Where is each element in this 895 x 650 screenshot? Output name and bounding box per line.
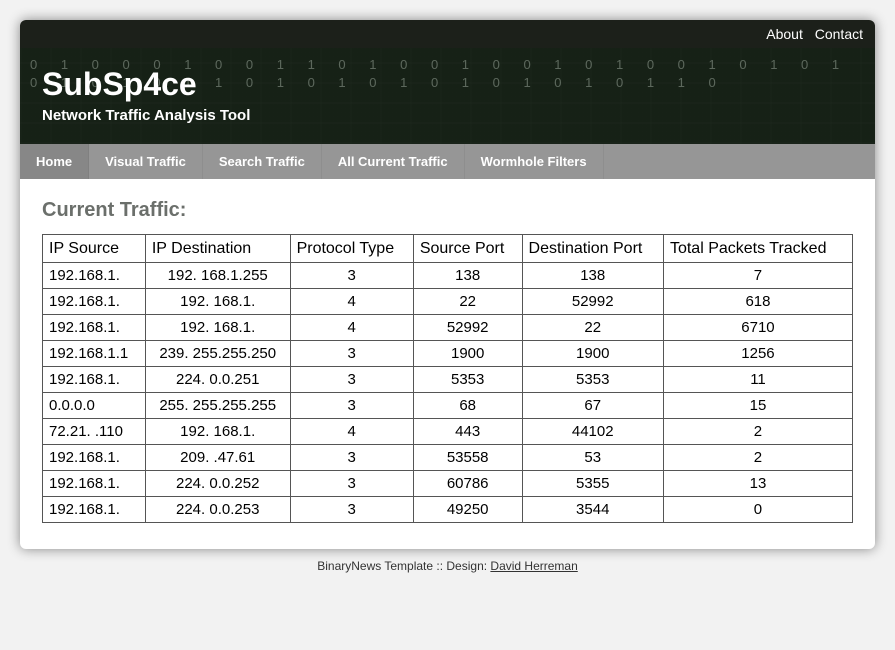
nav-item-wormhole-filters[interactable]: Wormhole Filters bbox=[465, 144, 604, 179]
cell: 68 bbox=[413, 393, 522, 419]
topbar: About Contact bbox=[20, 20, 875, 48]
table-row: 192.168.1.192. 168.1.452992226710 bbox=[43, 315, 853, 341]
table-header-row: IP SourceIP DestinationProtocol TypeSour… bbox=[43, 235, 853, 263]
cell: 67 bbox=[522, 393, 663, 419]
cell: 192.168.1. bbox=[43, 497, 146, 523]
cell: 1256 bbox=[663, 341, 852, 367]
cell: 239. 255.255.250 bbox=[145, 341, 290, 367]
cell: 192. 168.1.255 bbox=[145, 263, 290, 289]
cell: 192.168.1. bbox=[43, 289, 146, 315]
table-row: 192.168.1.1239. 255.255.2503190019001256 bbox=[43, 341, 853, 367]
section-title: Current Traffic: bbox=[42, 199, 853, 222]
cell: 52992 bbox=[413, 315, 522, 341]
cell: 3 bbox=[290, 497, 413, 523]
table-row: 192.168.1.224. 0.0.25135353535311 bbox=[43, 367, 853, 393]
col-header: Total Packets Tracked bbox=[663, 235, 852, 263]
table-body: 192.168.1.192. 168.1.25531381387192.168.… bbox=[43, 263, 853, 523]
cell: 11 bbox=[663, 367, 852, 393]
cell: 44102 bbox=[522, 419, 663, 445]
footer-designer-link[interactable]: David Herreman bbox=[490, 559, 577, 573]
nav-item-all-current-traffic[interactable]: All Current Traffic bbox=[322, 144, 465, 179]
cell: 52992 bbox=[522, 289, 663, 315]
cell: 209. .47.61 bbox=[145, 445, 290, 471]
cell: 4 bbox=[290, 419, 413, 445]
nav-item-search-traffic[interactable]: Search Traffic bbox=[203, 144, 322, 179]
cell: 618 bbox=[663, 289, 852, 315]
cell: 13 bbox=[663, 471, 852, 497]
cell: 255. 255.255.255 bbox=[145, 393, 290, 419]
cell: 3 bbox=[290, 367, 413, 393]
cell: 22 bbox=[413, 289, 522, 315]
cell: 5353 bbox=[413, 367, 522, 393]
cell: 192. 168.1. bbox=[145, 419, 290, 445]
site-subtitle: Network Traffic Analysis Tool bbox=[42, 107, 853, 124]
cell: 53 bbox=[522, 445, 663, 471]
cell: 22 bbox=[522, 315, 663, 341]
col-header: IP Destination bbox=[145, 235, 290, 263]
cell: 60786 bbox=[413, 471, 522, 497]
contact-link[interactable]: Contact bbox=[815, 26, 863, 42]
footer-text: BinaryNews Template :: Design: bbox=[317, 559, 490, 573]
col-header: Source Port bbox=[413, 235, 522, 263]
cell: 3 bbox=[290, 263, 413, 289]
cell: 49250 bbox=[413, 497, 522, 523]
cell: 192.168.1. bbox=[43, 445, 146, 471]
cell: 192. 168.1. bbox=[145, 315, 290, 341]
table-row: 72.21. .110192. 168.1.4443441022 bbox=[43, 419, 853, 445]
cell: 138 bbox=[522, 263, 663, 289]
cell: 15 bbox=[663, 393, 852, 419]
about-link[interactable]: About bbox=[766, 26, 803, 42]
cell: 5353 bbox=[522, 367, 663, 393]
app-window: About Contact SubSp4ce Network Traffic A… bbox=[20, 20, 875, 549]
cell: 2 bbox=[663, 445, 852, 471]
col-header: Protocol Type bbox=[290, 235, 413, 263]
table-row: 192.168.1.224. 0.0.25334925035440 bbox=[43, 497, 853, 523]
table-row: 192.168.1.224. 0.0.252360786535513 bbox=[43, 471, 853, 497]
cell: 5355 bbox=[522, 471, 663, 497]
cell: 1900 bbox=[522, 341, 663, 367]
cell: 4 bbox=[290, 289, 413, 315]
cell: 138 bbox=[413, 263, 522, 289]
cell: 3 bbox=[290, 471, 413, 497]
header: SubSp4ce Network Traffic Analysis Tool bbox=[20, 48, 875, 144]
traffic-table: IP SourceIP DestinationProtocol TypeSour… bbox=[42, 234, 853, 523]
cell: 224. 0.0.252 bbox=[145, 471, 290, 497]
cell: 224. 0.0.251 bbox=[145, 367, 290, 393]
cell: 224. 0.0.253 bbox=[145, 497, 290, 523]
site-title: SubSp4ce bbox=[42, 66, 853, 103]
table-row: 192.168.1.209. .47.61353558532 bbox=[43, 445, 853, 471]
cell: 0.0.0.0 bbox=[43, 393, 146, 419]
cell: 7 bbox=[663, 263, 852, 289]
table-row: 0.0.0.0255. 255.255.2553686715 bbox=[43, 393, 853, 419]
main-nav: HomeVisual TrafficSearch TrafficAll Curr… bbox=[20, 144, 875, 179]
cell: 3544 bbox=[522, 497, 663, 523]
cell: 192.168.1. bbox=[43, 315, 146, 341]
cell: 443 bbox=[413, 419, 522, 445]
cell: 72.21. .110 bbox=[43, 419, 146, 445]
col-header: Destination Port bbox=[522, 235, 663, 263]
cell: 192.168.1.1 bbox=[43, 341, 146, 367]
cell: 3 bbox=[290, 445, 413, 471]
table-row: 192.168.1.192. 168.1.25531381387 bbox=[43, 263, 853, 289]
nav-item-visual-traffic[interactable]: Visual Traffic bbox=[89, 144, 203, 179]
nav-item-home[interactable]: Home bbox=[20, 144, 89, 179]
col-header: IP Source bbox=[43, 235, 146, 263]
cell: 3 bbox=[290, 393, 413, 419]
cell: 4 bbox=[290, 315, 413, 341]
cell: 192.168.1. bbox=[43, 367, 146, 393]
cell: 192.168.1. bbox=[43, 263, 146, 289]
content: Current Traffic: IP SourceIP Destination… bbox=[20, 179, 875, 549]
cell: 192. 168.1. bbox=[145, 289, 290, 315]
cell: 53558 bbox=[413, 445, 522, 471]
table-row: 192.168.1.192. 168.1.42252992618 bbox=[43, 289, 853, 315]
cell: 2 bbox=[663, 419, 852, 445]
footer: BinaryNews Template :: Design: David Her… bbox=[20, 549, 875, 577]
cell: 1900 bbox=[413, 341, 522, 367]
cell: 3 bbox=[290, 341, 413, 367]
cell: 0 bbox=[663, 497, 852, 523]
cell: 6710 bbox=[663, 315, 852, 341]
cell: 192.168.1. bbox=[43, 471, 146, 497]
